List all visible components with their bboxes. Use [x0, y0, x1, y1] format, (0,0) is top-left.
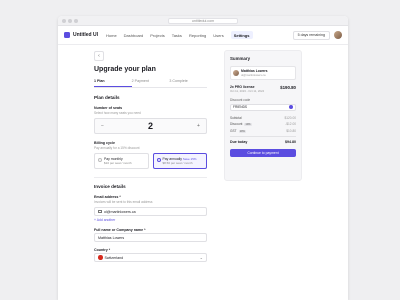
country-select[interactable]: Switzerland ⌄ — [94, 253, 207, 262]
summary-card: Summary Matthias Lowers ol@martinlowers.… — [224, 50, 302, 181]
trial-badge[interactable]: 5 days remaining — [292, 30, 330, 40]
name-value: Matthias Lowers — [98, 235, 125, 240]
close-dot[interactable] — [62, 19, 66, 23]
discount-pct-badge: 10% — [244, 123, 252, 126]
minus-icon[interactable]: − — [99, 123, 106, 130]
user-avatar — [233, 70, 239, 76]
plan-line: 2x PRO license Oct 11, 2023 - Oct 11, 20… — [230, 85, 296, 93]
summary-user: Matthias Lowers ol@martinlowers.ca — [230, 66, 296, 80]
tab-payment[interactable]: 2 Payment — [132, 79, 170, 87]
billing-annually-option[interactable]: Pay annually Save 15% $8.50 per seat / m… — [152, 153, 207, 169]
mail-icon — [98, 210, 102, 213]
divider — [94, 177, 207, 178]
add-another-link[interactable]: + Add another — [94, 218, 207, 222]
annually-price: $8.50 per seat / month — [162, 161, 193, 165]
billing-label: Billing cycle — [94, 141, 115, 145]
tab-complete[interactable]: 3 Complete — [169, 79, 207, 87]
nav-users[interactable]: Users — [213, 33, 223, 38]
seats-hint: Select how many seats you need — [94, 111, 141, 115]
name-label: Full name or Company name * — [94, 228, 146, 232]
stepper-tabs: 1 Plan 2 Payment 3 Complete — [94, 79, 207, 88]
email-field[interactable]: ol@martinlowers.ca — [94, 207, 207, 216]
gst-row: GST 10% $10.80 — [230, 128, 296, 133]
seats-stepper: − 2 + — [94, 118, 207, 134]
discount-label: Discount code — [230, 98, 251, 102]
plan-dates: Oct 11, 2023 - Oct 11, 2024 — [230, 89, 265, 93]
swiss-flag-icon — [98, 255, 103, 260]
user-email: ol@martinlowers.ca — [241, 73, 266, 77]
nav-home[interactable]: Home — [106, 33, 117, 38]
maximize-dot[interactable] — [74, 19, 78, 23]
country-label: Country * — [94, 248, 111, 252]
nav-dashboard[interactable]: Dashboard — [124, 33, 144, 38]
seats-value[interactable]: 2 — [148, 121, 153, 131]
top-nav: Untitled UI Home Dashboard Projects Task… — [58, 26, 348, 45]
subtotal-row: Subtotal $120.00 — [230, 115, 296, 120]
radio-selected-icon — [156, 157, 161, 162]
address-bar[interactable]: untitledui.com — [168, 18, 238, 24]
browser-chrome: untitledui.com — [58, 16, 348, 26]
discount-code-input[interactable]: FRIENDS — [230, 103, 296, 111]
check-icon — [289, 105, 293, 109]
logo-text[interactable]: Untitled UI — [73, 32, 98, 38]
plan-details-heading: Plan details — [94, 95, 120, 100]
discount-row: Discount 10% -$12.00 — [230, 122, 296, 126]
billing-options: Pay monthly $10 per seat / month Pay ann… — [94, 153, 207, 169]
minimize-dot[interactable] — [68, 19, 72, 23]
main-content: ‹ Upgrade your plan 1 Plan 2 Payment 3 C… — [58, 45, 348, 300]
nav-reporting[interactable]: Reporting — [189, 33, 206, 38]
continue-to-payment-button[interactable]: Continue to payment — [230, 148, 296, 157]
nav-tasks[interactable]: Tasks — [172, 33, 182, 38]
billing-hint: Pay annually for a 15% discount — [94, 146, 140, 150]
country-value: Switzerland — [104, 255, 124, 260]
upgrade-form: ‹ Upgrade your plan 1 Plan 2 Payment 3 C… — [94, 51, 207, 264]
billing-monthly-option[interactable]: Pay monthly $10 per seat / month — [94, 153, 149, 169]
invoice-heading: Invoice details — [94, 184, 126, 189]
email-label: Email address * — [94, 195, 121, 199]
browser-window: untitledui.com Untitled UI Home Dashboar… — [58, 16, 348, 300]
nav-projects[interactable]: Projects — [150, 33, 164, 38]
gst-pct-badge: 10% — [238, 129, 246, 133]
tab-plan[interactable]: 1 Plan — [94, 79, 132, 87]
email-value: ol@martinlowers.ca — [104, 209, 136, 214]
email-hint: Invoices will be sent to this email addr… — [94, 200, 153, 204]
chevron-down-icon: ⌄ — [199, 255, 203, 260]
logo-icon — [64, 32, 70, 38]
name-field[interactable]: Matthias Lowers — [94, 233, 207, 242]
discount-code-value: FRIENDS — [233, 105, 247, 109]
monthly-price: $10 per seat / month — [104, 161, 132, 165]
summary-title: Summary — [230, 56, 251, 61]
plan-price: $190.80 — [280, 85, 296, 90]
radio-icon — [98, 157, 102, 162]
plus-icon[interactable]: + — [195, 123, 202, 130]
nav-settings[interactable]: Settings — [230, 31, 253, 39]
due-today-row: Due today $94.80 — [230, 135, 296, 144]
page-title: Upgrade your plan — [94, 66, 156, 73]
back-arrow-icon[interactable]: ‹ — [94, 51, 104, 61]
avatar[interactable] — [334, 31, 342, 39]
seats-label: Number of seats — [94, 106, 123, 110]
